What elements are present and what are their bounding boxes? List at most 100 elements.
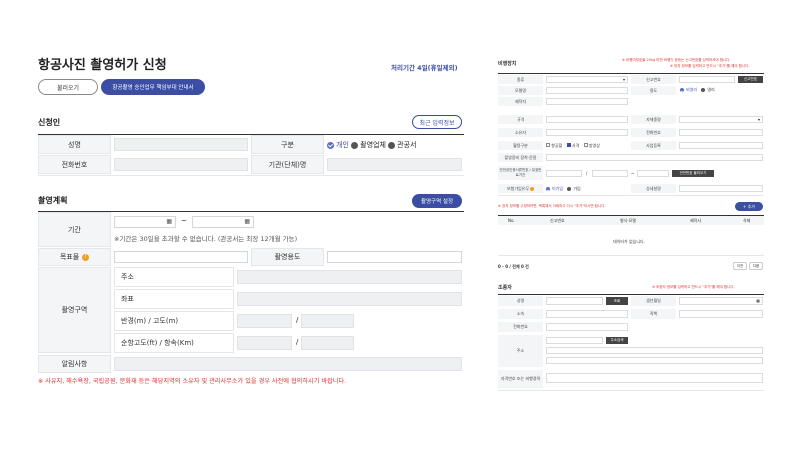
area-setting-button[interactable]: 촬영구역 설정 <box>412 194 462 208</box>
chevron-down-icon: ▾ <box>757 117 760 122</box>
r-reg-input[interactable] <box>679 76 735 83</box>
r-insurance-date-input[interactable] <box>592 170 628 177</box>
radio-icon[interactable] <box>701 88 706 92</box>
cruise-altitude-input[interactable] <box>237 336 292 350</box>
r-insurance-tilde: ~ <box>631 171 635 176</box>
radius-label: 반경(m) / 고도(m) <box>114 311 234 331</box>
purpose-label: 촬영용도 <box>251 248 324 266</box>
radio-icon[interactable] <box>567 187 572 191</box>
cruise-label: 순항고도(ft) / 항속(Km) <box>114 333 234 353</box>
calendar-icon[interactable]: ▦ <box>244 218 250 225</box>
r-tel-input[interactable] <box>679 129 763 136</box>
r-loc-label: 촬영장비 장착·운용 <box>498 153 543 162</box>
op-position-input[interactable] <box>679 310 763 318</box>
applicant-section-title: 신청인 <box>38 118 61 127</box>
r-insurance-label: 안전성인증서류번호 / 유효만료기간 <box>498 166 543 180</box>
radio-government[interactable]: 관공서 <box>388 141 416 149</box>
checkbox-icon[interactable] <box>546 143 550 147</box>
plan-section-title: 촬영계획 <box>38 196 68 205</box>
op-search-button[interactable]: 조회 <box>606 297 628 305</box>
op-name-input[interactable] <box>546 297 603 305</box>
r-type-label: 종류 <box>498 75 543 84</box>
r-owner-label: 소유자 <box>498 128 543 137</box>
radio-individual[interactable]: 개인 <box>327 141 349 149</box>
operator-section-title: 조종자 <box>498 285 512 291</box>
name-input[interactable] <box>114 138 248 151</box>
recent-info-button[interactable]: 최근 입력정보 <box>412 115 462 129</box>
phone-label: 전화번호 <box>38 155 111 174</box>
aircraft-note-2: ※ 장치 정보를 입력하고 반드시 "추가"를 해야 합니다. <box>670 64 750 68</box>
start-date-input[interactable]: ▦ <box>114 216 176 228</box>
r-insurance-no-input[interactable] <box>546 170 582 177</box>
checkbox-icon[interactable] <box>583 143 588 147</box>
prev-button[interactable]: 이전 <box>733 262 747 270</box>
r-type-select[interactable]: ▾ <box>546 76 628 83</box>
radius-input[interactable] <box>237 314 292 328</box>
notice-label: 알림사항 <box>38 355 111 373</box>
r-weight-label: 자체중량 <box>631 115 676 124</box>
radio-checked-icon[interactable] <box>680 88 684 92</box>
r-insurance-button[interactable]: 안전번호 불러오기 <box>672 170 714 177</box>
op-org-input[interactable] <box>546 310 628 318</box>
r-usage-checks: 항공촬 사격 방영상 <box>546 143 600 149</box>
radio-company[interactable]: 촬영업체 <box>351 141 386 149</box>
r-loc-input[interactable] <box>546 154 763 161</box>
address-label: 주소 <box>114 267 234 287</box>
r-reg-button[interactable]: 신고번호 <box>738 76 763 83</box>
address-input[interactable] <box>237 270 462 284</box>
end-date-input[interactable]: ▦ <box>192 216 254 228</box>
r-maker-label: 제작자 <box>498 97 543 106</box>
target-input[interactable] <box>114 251 248 263</box>
applicant-bottom-line <box>38 175 464 176</box>
op-phone-input[interactable] <box>546 323 628 331</box>
zone-label: 촬영구역 <box>38 267 111 353</box>
aircraft-note-1: ※ 비행여부효율 25kg 미만 비행기 등등는 신고번호를 입력하셔야 합니다… <box>622 58 731 62</box>
info-icon[interactable] <box>530 186 535 191</box>
r-spec-input[interactable] <box>546 116 628 123</box>
op-address-detail-input[interactable] <box>546 357 763 364</box>
calendar-icon[interactable]: ▦ <box>756 298 760 303</box>
purpose-input[interactable] <box>327 251 462 263</box>
aircraft-section-title: 비행장치 <box>498 61 517 67</box>
add-aircraft-button[interactable]: + 추가 <box>735 202 763 211</box>
op-birth-input[interactable]: ▦ <box>679 297 763 305</box>
r-company-input[interactable] <box>679 142 763 149</box>
org-label: 기관(단체)명 <box>251 155 324 174</box>
r-insurance-date2-input[interactable] <box>637 170 669 177</box>
r-model-input[interactable] <box>546 87 628 94</box>
op-address-input[interactable] <box>546 347 763 354</box>
r-maker-input[interactable] <box>546 98 628 105</box>
notice-input[interactable] <box>114 357 462 371</box>
calendar-icon[interactable]: ▦ <box>166 218 172 225</box>
speed-input[interactable] <box>301 336 354 350</box>
next-button[interactable]: 다음 <box>749 262 763 270</box>
period-note: ※기간은 30일을 초과할 수 없습니다. (관공서는 최장 12개월 가능) <box>114 235 298 243</box>
op-org-label: 소속 <box>498 309 543 319</box>
table-empty-text: 데이터가 없습니다. <box>613 239 645 244</box>
coord-input[interactable] <box>237 292 462 306</box>
aircraft-top-line <box>498 73 764 74</box>
r-usage-label: 활용구분 <box>498 141 543 150</box>
add-note: ※ 장치 정보를 수정하려면, 목록에서 삭제하고 다시 "추가"하시면 됩니다… <box>498 204 606 208</box>
name-label: 성명 <box>38 135 111 154</box>
info-icon[interactable]: ! <box>82 253 90 261</box>
r-tel-label: 전화번호 <box>631 128 676 137</box>
op-license-input[interactable] <box>546 373 763 383</box>
org-input[interactable] <box>327 158 462 171</box>
r-detail-input[interactable] <box>679 185 763 192</box>
military-guide-button[interactable]: 항공촬영 승인업무 책임부대 안내서 <box>101 79 205 95</box>
aircraft-bottom-line <box>498 195 764 196</box>
table-header: No. 신고번호 형식·모델 제작사 삭제 <box>498 216 764 225</box>
operator-top-line <box>498 294 764 295</box>
load-button[interactable]: 불러오기 <box>38 79 98 95</box>
processing-period: 처리기간 4일(휴일제외) <box>391 64 458 72</box>
op-license-label: 자격번호 또는 비행경력 <box>498 370 543 388</box>
op-zip-input[interactable] <box>546 337 603 344</box>
altitude-input[interactable] <box>301 314 354 328</box>
op-address-button[interactable]: 주소검색 <box>606 337 628 344</box>
checkbox-checked-icon[interactable] <box>566 143 571 147</box>
radio-checked-icon[interactable] <box>546 187 550 191</box>
r-weight-select[interactable]: ▾ <box>679 116 763 123</box>
r-owner-input[interactable] <box>546 129 628 136</box>
phone-input[interactable] <box>114 158 248 171</box>
